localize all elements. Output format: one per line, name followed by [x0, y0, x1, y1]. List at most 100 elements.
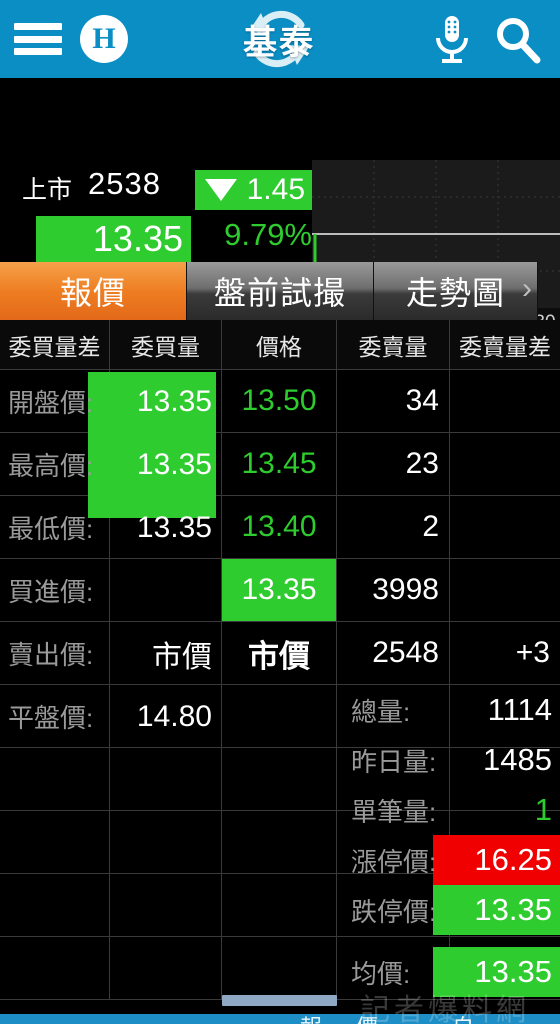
cell-bid-diff-wrap [0, 559, 110, 622]
cell-price-wrap [222, 685, 337, 748]
hamburger-icon[interactable] [10, 17, 66, 61]
column-header-ask-diff: 委賣量差 [459, 334, 551, 360]
cell-ask-diff: +3 [515, 636, 550, 669]
cell-bid-diff-wrap [0, 622, 110, 685]
tab-quote[interactable]: 報價 [0, 262, 187, 320]
tab-trend-chart[interactable]: 走勢圖 › [374, 262, 538, 320]
cell-price-wrap [222, 748, 337, 811]
change-percent: 9.79% [224, 217, 312, 252]
cell-bid-diff-wrap [0, 811, 110, 874]
title-area: 基泰 [128, 0, 430, 78]
right-stat-value: 16.25 [474, 842, 552, 877]
cell-ask-diff-wrap: +3 [450, 622, 560, 685]
cell-bid-diff-wrap [0, 874, 110, 937]
right-stat-label: 總量: [351, 696, 411, 727]
app-header: H 基泰 [0, 0, 560, 78]
cell-ask-diff-wrap [450, 433, 560, 496]
change-badge: 1.45 [195, 170, 313, 210]
right-stat-value: 13.35 [474, 892, 552, 927]
cell-price-wrap: 13.45 [222, 433, 337, 496]
cell-bid-vol-wrap [110, 874, 222, 937]
cell-price-wrap: 13.40 [222, 496, 337, 559]
cell-bid-vol-wrap [110, 496, 222, 559]
column-header-bid-diff: 委買量差 [0, 320, 110, 370]
right-stat-label: 單筆量: [351, 796, 437, 827]
watermark: 記者爆料網 [360, 994, 530, 1024]
tab-trend-label: 走勢圖 [405, 275, 505, 311]
cell-price: 13.45 [241, 447, 317, 480]
table-row[interactable]: 13.45 23 [0, 433, 560, 496]
brand-logo-icon[interactable]: H [80, 15, 128, 63]
right-stat-value: 1485 [483, 742, 552, 777]
cell-price: 13.35 [241, 573, 317, 606]
right-stat-row: 漲停價: 16.25 [337, 835, 560, 885]
right-stats-overlay: 總量: 1114 昨日量: 1485 單筆量: 1 漲停價: 16.25 跌停價: 13.35 均價… [337, 685, 560, 1005]
cell-ask-vol: 34 [405, 384, 439, 417]
table-header-row: 委買量差 委買量 價格 委賣量 委賣量差 [0, 320, 560, 370]
cell-price-wrap [222, 874, 337, 937]
cell-bid-diff-wrap [0, 748, 110, 811]
cell-ask-vol: 3998 [372, 573, 439, 606]
table-row[interactable]: 13.40 2 [0, 496, 560, 559]
cell-ask-diff-wrap [450, 559, 560, 622]
cell-bid-vol-wrap [110, 370, 222, 433]
cell-bid-vol-wrap [110, 748, 222, 811]
right-stat-label: 昨日量: [351, 746, 437, 777]
last-price: 13.35 [36, 216, 191, 262]
right-stat-row: 單筆量: 1 [337, 785, 560, 835]
right-stat-row: 總量: 1114 [337, 685, 560, 735]
right-stat-row: 跌停價: 13.35 [337, 885, 560, 935]
cell-ask-vol: 23 [405, 447, 439, 480]
cell-bid-diff-wrap [0, 370, 110, 433]
right-stat-value: 1 [534, 792, 552, 827]
cell-price-wrap: 市價 [222, 622, 337, 685]
cell-ask-vol-wrap: 23 [337, 433, 450, 496]
horizontal-scrollbar[interactable] [222, 995, 337, 1006]
table-row[interactable]: 市價 2548 +3 [0, 622, 560, 685]
right-stat-label: 跌停價: [351, 896, 437, 927]
market-label: 上市 [22, 176, 73, 204]
cell-bid-vol-wrap [110, 622, 222, 685]
cell-ask-diff-wrap [450, 370, 560, 433]
cell-bid-diff-wrap [0, 937, 110, 1000]
column-header-price: 價格 [222, 320, 337, 370]
right-stat-row: 昨日量: 1485 [337, 735, 560, 785]
cell-price: 13.40 [241, 510, 317, 543]
cell-ask-diff-wrap [450, 496, 560, 559]
column-header-bid-vol: 委買量 [110, 320, 222, 370]
cell-bid-vol-wrap [110, 433, 222, 496]
cell-price: 13.50 [241, 384, 317, 417]
search-icon[interactable] [492, 14, 542, 64]
cell-ask-vol-wrap: 34 [337, 370, 450, 433]
quote-panel: 上市 2538 1.45 13.35 9.79% 買 [0, 78, 560, 338]
cell-price-wrap: 13.35 [222, 559, 337, 622]
change-value: 1.45 [246, 173, 305, 206]
tab-bar: 報價 盤前試撮 走勢圖 › [0, 262, 560, 320]
right-stat-value: 1114 [487, 692, 552, 727]
tab-pre-market[interactable]: 盤前試撮 [187, 262, 374, 320]
table-row[interactable]: 13.35 3998 [0, 559, 560, 622]
cell-ask-vol-wrap: 2 [337, 496, 450, 559]
column-header-ask-vol: 委賣量 [337, 320, 450, 370]
cell-bid-vol-wrap [110, 811, 222, 874]
cell-price: 市價 [248, 638, 310, 674]
triangle-down-icon [205, 179, 237, 201]
page-title: 基泰 [243, 23, 315, 62]
cell-price-wrap [222, 937, 337, 1000]
right-stat-label: 漲停價: [351, 846, 437, 877]
cell-price-wrap [222, 811, 337, 874]
stock-code: 2538 [88, 166, 161, 201]
cell-ask-vol-wrap: 3998 [337, 559, 450, 622]
cell-bid-vol-wrap [110, 559, 222, 622]
cell-ask-vol: 2 [422, 510, 439, 543]
cell-ask-vol-wrap: 2548 [337, 622, 450, 685]
app-root: H 基泰 上市 2538 1.45 13.35 9.79% 報價 盤前試撮 走勢… [0, 0, 560, 1024]
cell-bid-vol-wrap [110, 937, 222, 1000]
chevron-right-icon[interactable]: › [522, 272, 533, 306]
cell-bid-vol-wrap [110, 685, 222, 748]
cell-bid-diff-wrap [0, 685, 110, 748]
microphone-icon[interactable] [430, 13, 474, 65]
cell-bid-diff-wrap [0, 433, 110, 496]
table-row[interactable]: 13.50 34 [0, 370, 560, 433]
cell-price-wrap: 13.50 [222, 370, 337, 433]
